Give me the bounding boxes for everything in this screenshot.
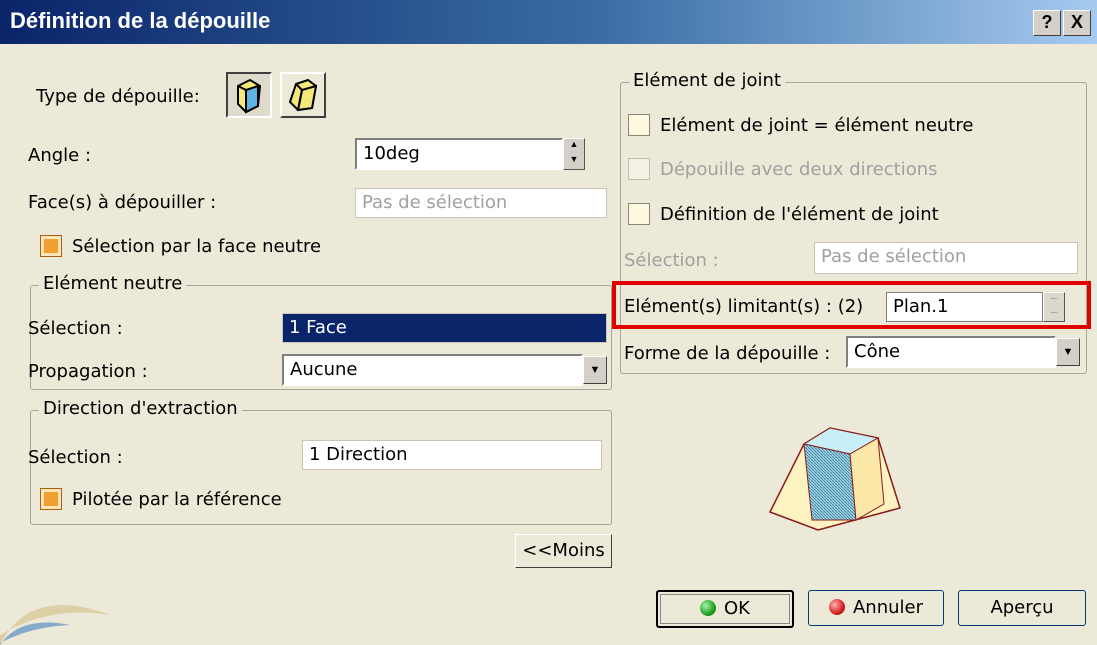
two-directions-checkbox[interactable] xyxy=(628,158,650,180)
ok-button[interactable]: OK xyxy=(656,590,794,628)
preview-button[interactable]: Aperçu xyxy=(958,590,1086,626)
faces-field[interactable]: Pas de sélection xyxy=(355,188,607,218)
draft-type-variable-icon xyxy=(288,78,318,112)
faces-label: Face(s) à dépouiller : xyxy=(28,192,217,213)
close-button[interactable]: X xyxy=(1063,10,1091,36)
less-button[interactable]: <<Moins xyxy=(515,534,612,568)
draft-shape-dropdown[interactable]: Cône xyxy=(846,336,1056,368)
direction-selection-field[interactable]: 1 Direction xyxy=(302,440,602,470)
joint-element-title: Elément de joint xyxy=(629,70,785,91)
chevron-down-icon: ▼ xyxy=(589,364,601,376)
joint-equals-neutral-label: Elément de joint = élément neutre xyxy=(660,115,974,136)
propagation-dropdown[interactable]: Aucune xyxy=(282,354,583,386)
angle-spinner[interactable]: ▲ ▼ xyxy=(563,138,585,170)
propagation-label: Propagation : xyxy=(28,361,148,382)
spin-up-icon: ▲ xyxy=(569,139,579,149)
spin-down-icon: ▼ xyxy=(569,154,579,164)
help-button[interactable]: ? xyxy=(1033,10,1061,36)
two-directions-label: Dépouille avec deux directions xyxy=(660,159,938,180)
draft-shape-label: Forme de la dépouille : xyxy=(624,343,831,364)
draft-definition-dialog: Définition de la dépouille ? X Type de d… xyxy=(0,0,1097,645)
draft-type-standard-button[interactable] xyxy=(226,72,272,118)
draft-preview-icon xyxy=(768,427,901,531)
chevron-down-icon: ▼ xyxy=(1062,346,1074,358)
cancel-red-icon xyxy=(828,599,845,615)
joint-selection-field[interactable]: Pas de sélection xyxy=(814,242,1078,274)
draft-type-label: Type de dépouille: xyxy=(36,86,200,107)
cancel-button[interactable]: Annuler xyxy=(808,590,944,626)
neutral-selection-field[interactable]: 1 Face xyxy=(282,313,607,343)
joint-definition-label: Définition de l'élément de joint xyxy=(660,204,939,225)
title-bar[interactable]: Définition de la dépouille ? X xyxy=(0,0,1097,44)
ok-green-icon xyxy=(700,600,716,616)
angle-label: Angle : xyxy=(28,145,92,166)
direction-selection-label: Sélection : xyxy=(28,447,123,468)
neutral-face-check-label: Sélection par la face neutre xyxy=(72,236,322,257)
ok-label: OK xyxy=(724,598,750,619)
cancel-label: Annuler xyxy=(852,597,923,618)
reference-checkbox[interactable] xyxy=(40,488,62,510)
joint-equals-neutral-checkbox[interactable] xyxy=(628,114,650,136)
propagation-dropdown-arrow[interactable]: ▼ xyxy=(583,356,607,384)
highlight-box xyxy=(612,281,1091,329)
neutral-element-title: Elément neutre xyxy=(39,273,187,294)
draft-shape-dropdown-arrow[interactable]: ▼ xyxy=(1056,338,1080,366)
angle-field[interactable]: 10deg xyxy=(355,138,563,170)
joint-selection-label: Sélection : xyxy=(624,250,719,271)
neutral-selection-label: Sélection : xyxy=(28,318,123,339)
reference-check-label: Pilotée par la référence xyxy=(72,489,282,510)
neutral-face-checkbox[interactable] xyxy=(40,235,62,257)
draft-type-variable-button[interactable] xyxy=(280,72,326,118)
decorative-swoosh-icon xyxy=(0,605,110,645)
joint-definition-checkbox[interactable] xyxy=(628,203,650,225)
window-title: Définition de la dépouille xyxy=(10,8,271,33)
extraction-direction-title: Direction d'extraction xyxy=(39,398,242,419)
draft-type-standard-icon xyxy=(237,78,262,114)
